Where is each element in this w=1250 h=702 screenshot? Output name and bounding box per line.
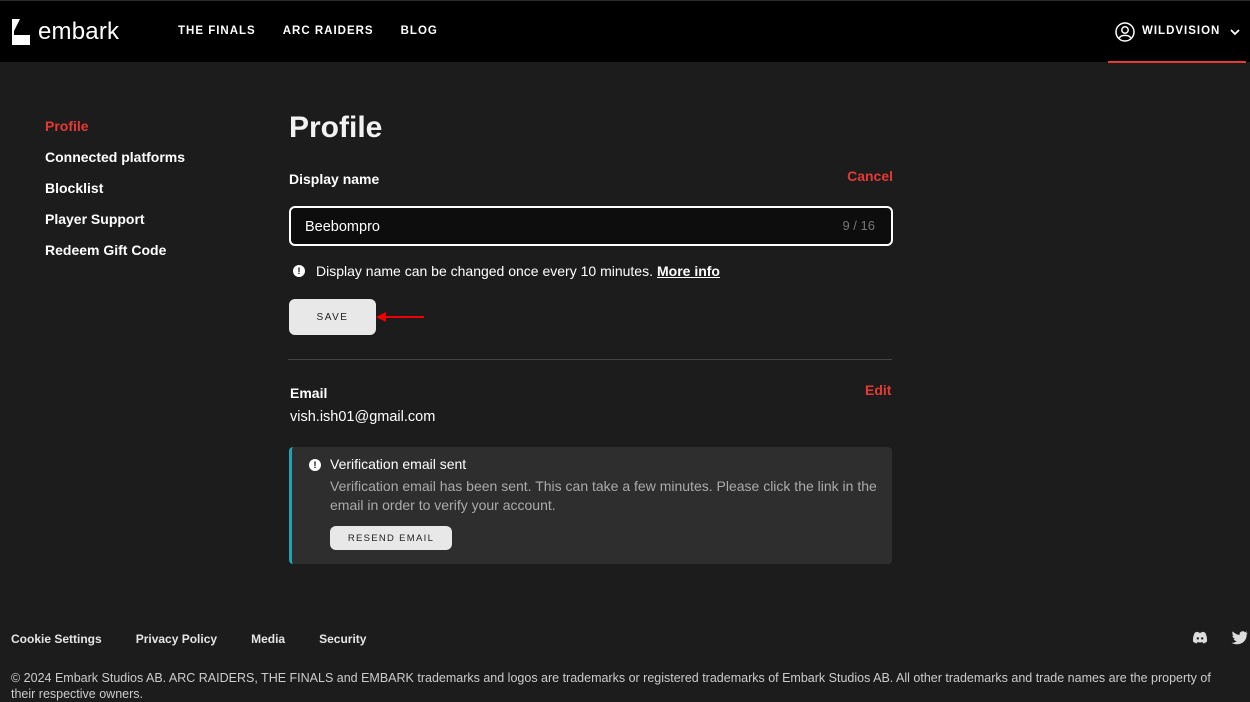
email-label: Email	[290, 385, 328, 401]
main-nav: THE FINALS ARC RAIDERS BLOG	[178, 25, 438, 37]
notice-body: Verification email has been sent. This c…	[330, 478, 877, 513]
sidebar-item-blocklist[interactable]: Blocklist	[45, 179, 185, 210]
settings-sidebar: Profile Connected platforms Blocklist Pl…	[45, 117, 185, 272]
embark-logo[interactable]: embark	[10, 19, 119, 45]
resend-email-button[interactable]: RESEND EMAIL	[330, 526, 452, 550]
nav-blog[interactable]: BLOG	[401, 25, 438, 37]
display-name-field: 9 / 16	[289, 206, 893, 246]
cancel-button[interactable]: Cancel	[847, 168, 893, 184]
edit-email-button[interactable]: Edit	[865, 382, 891, 398]
sidebar-item-connected-platforms[interactable]: Connected platforms	[45, 148, 185, 179]
top-nav-bar: embark THE FINALS ARC RAIDERS BLOG WILDV…	[0, 0, 1250, 63]
footer-links: Cookie Settings Privacy Policy Media Sec…	[11, 632, 366, 646]
email-value: vish.ish01@gmail.com	[290, 409, 436, 425]
username: WILDVISION	[1142, 25, 1221, 37]
discord-icon[interactable]	[1192, 631, 1208, 645]
save-button[interactable]: SAVE	[289, 299, 376, 335]
display-name-input[interactable]	[303, 208, 807, 246]
footer-link-cookie-settings[interactable]: Cookie Settings	[11, 632, 102, 646]
footer-link-media[interactable]: Media	[251, 632, 285, 646]
sidebar-item-redeem-gift-code[interactable]: Redeem Gift Code	[45, 241, 185, 272]
nav-arc-raiders[interactable]: ARC RAIDERS	[283, 25, 374, 37]
more-info-link[interactable]: More info	[657, 263, 720, 279]
red-arrow-annotation	[376, 312, 424, 322]
hint-text: Display name can be changed once every 1…	[316, 263, 653, 279]
display-name-label: Display name	[289, 171, 380, 187]
nav-the-finals[interactable]: THE FINALS	[178, 25, 256, 37]
user-menu[interactable]: WILDVISION	[1108, 1, 1246, 63]
section-divider	[288, 359, 892, 360]
footer-link-privacy-policy[interactable]: Privacy Policy	[136, 632, 217, 646]
twitter-icon[interactable]	[1231, 631, 1248, 645]
info-icon: !	[293, 265, 305, 277]
footer-link-security[interactable]: Security	[319, 632, 366, 646]
embark-logo-icon	[12, 19, 30, 45]
verification-notice: ! Verification email sent Verification e…	[289, 447, 892, 564]
sidebar-item-player-support[interactable]: Player Support	[45, 210, 185, 241]
user-icon	[1115, 22, 1135, 42]
brand-name: embark	[38, 18, 120, 45]
notice-title: Verification email sent	[330, 456, 467, 472]
info-icon: !	[309, 459, 321, 471]
page-title: Profile	[289, 111, 383, 144]
copyright-text: © 2024 Embark Studios AB. ARC RAIDERS, T…	[11, 671, 1211, 701]
chevron-down-icon	[1230, 29, 1240, 36]
sidebar-item-profile[interactable]: Profile	[45, 117, 185, 148]
display-name-hint: ! Display name can be changed once every…	[293, 263, 720, 279]
char-counter: 9 / 16	[842, 218, 875, 233]
